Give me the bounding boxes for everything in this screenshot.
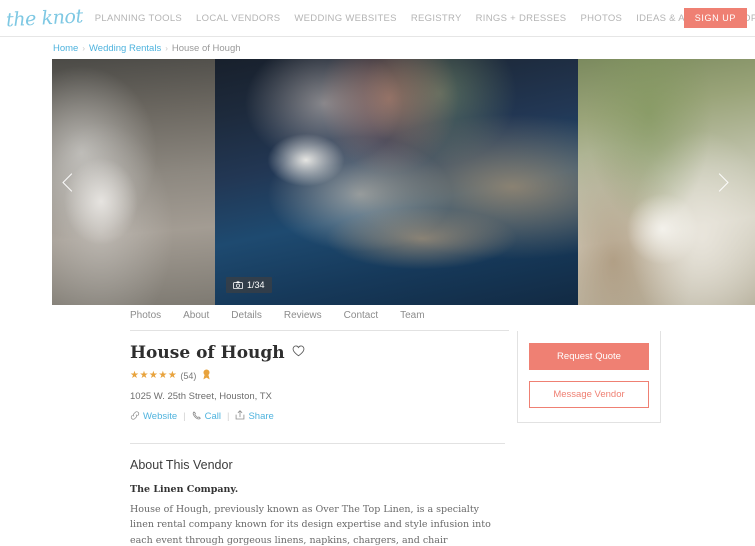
heart-icon[interactable] <box>292 345 305 361</box>
award-badge-icon <box>202 368 211 384</box>
tab-about[interactable]: About <box>183 310 209 327</box>
carousel-next-button[interactable] <box>706 162 732 202</box>
action-separator-1: | <box>183 411 186 422</box>
tab-reviews[interactable]: Reviews <box>284 310 322 327</box>
message-vendor-button[interactable]: Message Vendor <box>529 381 649 408</box>
sign-up-button[interactable]: SIGN UP <box>683 8 747 28</box>
photo-counter-badge[interactable]: 1/34 <box>226 277 272 293</box>
chevron-right-icon <box>709 172 729 192</box>
star-rating-icon[interactable]: ★★★★★ <box>130 371 177 381</box>
nav-item-planning-tools[interactable]: PLANNING TOOLS <box>95 13 182 24</box>
tabs-underline <box>130 330 509 331</box>
carousel-photo-current-image <box>215 59 578 305</box>
breadcrumb-current: House of Hough <box>171 42 241 54</box>
about-divider <box>130 443 505 444</box>
website-link[interactable]: Website <box>130 410 178 423</box>
request-quote-button[interactable]: Request Quote <box>529 343 649 370</box>
phone-icon <box>192 410 202 423</box>
vendor-address: 1025 W. 25th Street, Houston, TX <box>130 391 272 402</box>
site-logo[interactable]: the knot <box>5 5 95 32</box>
link-icon <box>130 410 140 423</box>
nav-item-registry[interactable]: REGISTRY <box>411 13 462 24</box>
website-link-label: Website <box>143 411 178 422</box>
vendor-tabs: Photos About Details Reviews Contact Tea… <box>0 305 755 331</box>
vendor-actions: Website | Call | Share <box>130 410 505 423</box>
breadcrumb-home[interactable]: Home <box>53 43 78 54</box>
vendor-sidebar: Contact for Pricing Request Quote Messag… <box>517 305 661 546</box>
breadcrumb: Home › Wedding Rentals › House of Hough <box>0 37 755 59</box>
rating-row: ★★★★★ (54) <box>130 368 505 384</box>
photo-carousel[interactable]: 1/34 <box>0 59 755 305</box>
nav-item-photos[interactable]: PHOTOS <box>580 13 622 24</box>
page-title: House of Hough <box>130 343 285 363</box>
breadcrumb-separator-2: › <box>165 43 168 53</box>
contact-pricing-body: Request Quote Message Vendor <box>518 331 660 422</box>
share-link-label: Share <box>248 411 274 422</box>
camera-icon <box>233 281 243 289</box>
carousel-left-gutter <box>0 59 52 305</box>
tab-contact[interactable]: Contact <box>344 310 378 327</box>
about-body-text: House of Hough, previously known as Over… <box>130 504 491 546</box>
breadcrumb-wedding-rentals[interactable]: Wedding Rentals <box>89 43 161 54</box>
vendor-title-row: House of Hough <box>130 343 505 363</box>
nav-item-wedding-websites[interactable]: WEDDING WEBSITES <box>294 13 396 24</box>
carousel-prev-button[interactable] <box>58 162 84 202</box>
breadcrumb-separator-1: › <box>82 43 86 53</box>
action-separator-2: | <box>227 411 230 422</box>
photo-counter-label: 1/34 <box>247 280 265 290</box>
top-navigation-bar: the knot PLANNING TOOLS LOCAL VENDORS WE… <box>0 0 755 36</box>
chevron-left-icon <box>61 172 81 192</box>
primary-nav: PLANNING TOOLS LOCAL VENDORS WEDDING WEB… <box>95 13 755 24</box>
tab-photos[interactable]: Photos <box>130 310 161 327</box>
about-heading: About This Vendor <box>130 458 233 472</box>
tab-details[interactable]: Details <box>231 310 262 327</box>
about-subheading: The Linen Company. <box>130 484 239 495</box>
page-body: House of Hough ★★★★★ (54) 1025 W. 25th S… <box>0 305 755 546</box>
nav-item-local-vendors[interactable]: LOCAL VENDORS <box>196 13 280 24</box>
call-link-label: Call <box>204 411 221 422</box>
nav-item-rings-dresses[interactable]: RINGS + DRESSES <box>476 13 567 24</box>
share-icon <box>235 410 245 423</box>
review-count-label[interactable]: (54) <box>180 371 196 381</box>
tab-team[interactable]: Team <box>400 310 424 327</box>
vendor-main-column: House of Hough ★★★★★ (54) 1025 W. 25th S… <box>130 331 505 546</box>
carousel-photo-current[interactable] <box>215 59 578 305</box>
share-link[interactable]: Share <box>235 410 274 423</box>
call-link[interactable]: Call <box>192 410 221 423</box>
vendor-tabs-list: Photos About Details Reviews Contact Tea… <box>130 310 425 327</box>
